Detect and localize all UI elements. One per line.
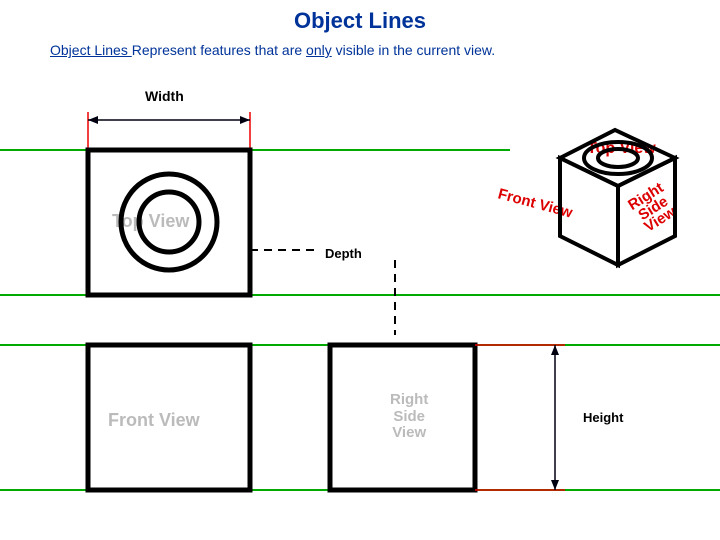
isometric-cube bbox=[560, 130, 675, 265]
front-view-outline bbox=[88, 345, 250, 490]
top-view-hole-outer bbox=[121, 174, 217, 270]
top-view-hole-inner bbox=[139, 192, 199, 252]
height-dimension bbox=[475, 345, 565, 490]
right-side-view-outline bbox=[330, 345, 475, 490]
diagram-svg bbox=[0, 0, 720, 540]
width-dimension bbox=[88, 112, 250, 150]
